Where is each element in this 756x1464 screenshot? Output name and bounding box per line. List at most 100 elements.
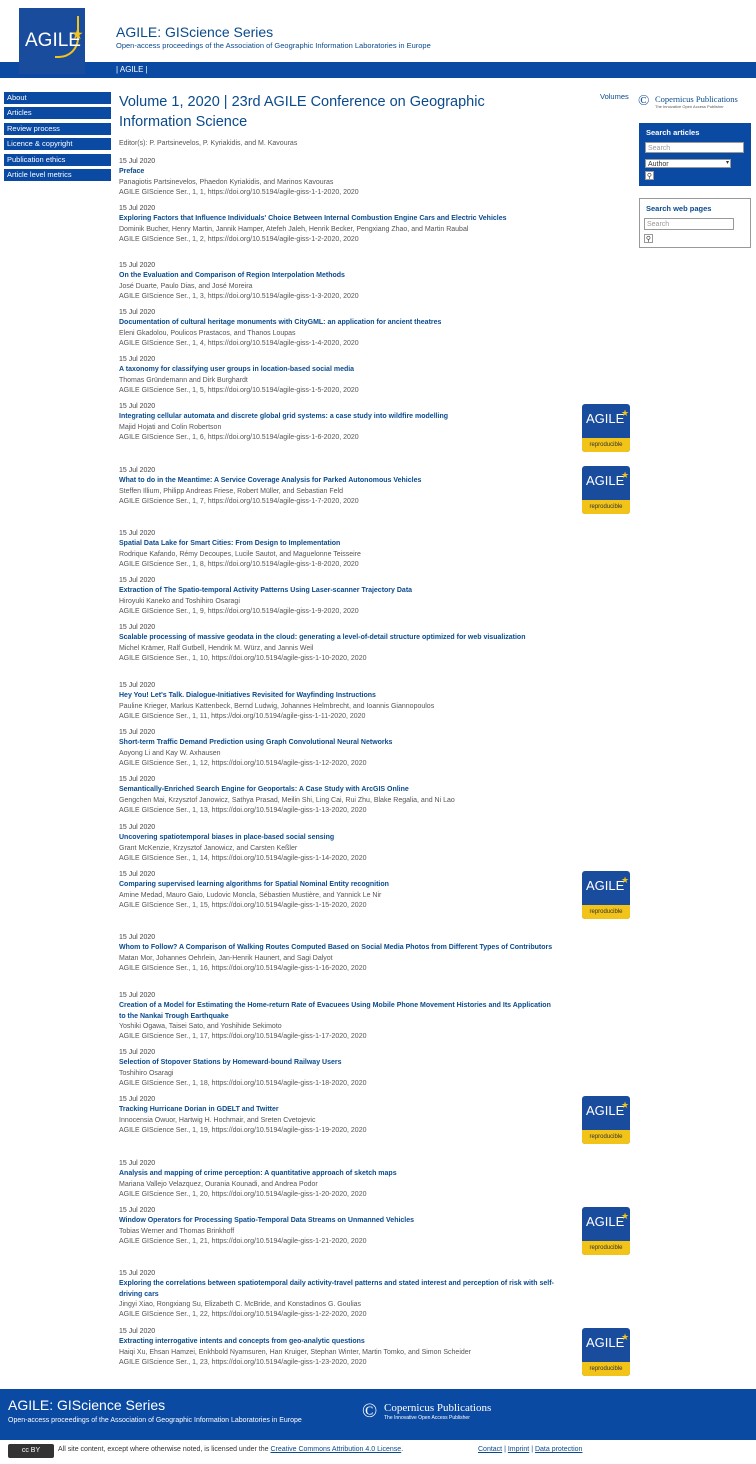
article-title[interactable]: A taxonomy for classifying user groups i… — [119, 365, 559, 375]
site-footer: AGILE: GIScience Series Open-access proc… — [0, 1389, 756, 1440]
reproducible-badge[interactable]: AGILE ★ reproducible — [582, 871, 630, 919]
article-title[interactable]: Uncovering spatiotemporal biases in plac… — [119, 833, 559, 843]
article-date: 15 Jul 2020 — [119, 467, 156, 474]
article-title[interactable]: Hey You! Let's Talk. Dialogue-Initiative… — [119, 691, 559, 701]
article-citation[interactable]: AGILE GIScience Ser., 1, 22, https://doi… — [119, 1310, 559, 1320]
article-title[interactable]: Creation of a Model for Estimating the H… — [119, 1001, 559, 1022]
reproducible-badge[interactable]: AGILE ★ reproducible — [582, 1328, 630, 1376]
article-citation[interactable]: AGILE GIScience Ser., 1, 14, https://doi… — [119, 854, 559, 864]
article-title[interactable]: Integrating cellular automata and discre… — [119, 412, 559, 422]
article-citation[interactable]: AGILE GIScience Ser., 1, 13, https://doi… — [119, 806, 559, 816]
agile-logo[interactable]: AGILE ★ — [19, 8, 85, 74]
reproducible-badge[interactable]: AGILE ★ reproducible — [582, 466, 630, 514]
article-item: 15 Jul 2020 A taxonomy for classifying u… — [119, 355, 559, 396]
article-citation[interactable]: AGILE GIScience Ser., 1, 3, https://doi.… — [119, 292, 559, 302]
article-title[interactable]: Preface — [119, 167, 559, 177]
article-date: 15 Jul 2020 — [119, 934, 156, 941]
data-protection-link[interactable]: Data protection — [535, 1446, 582, 1453]
article-title[interactable]: Tracking Hurricane Dorian in GDELT and T… — [119, 1105, 559, 1115]
article-citation[interactable]: AGILE GIScience Ser., 1, 1, https://doi.… — [119, 188, 559, 198]
article-item: 15 Jul 2020 Uncovering spatiotemporal bi… — [119, 823, 559, 864]
article-citation[interactable]: AGILE GIScience Ser., 1, 23, https://doi… — [119, 1358, 559, 1368]
article-citation[interactable]: AGILE GIScience Ser., 1, 10, https://doi… — [119, 654, 559, 664]
badge-foot: reproducible — [582, 1130, 630, 1144]
article-authors: Majid Hojati and Colin Robertson — [119, 423, 222, 431]
article-citation[interactable]: AGILE GIScience Ser., 1, 7, https://doi.… — [119, 497, 559, 507]
article-authors: Hiroyuki Kaneko and Toshihiro Osaragi — [119, 597, 240, 605]
sidebar-item-articles[interactable]: Articles — [4, 107, 111, 120]
article-authors: Mariana Vallejo Velazquez, Ourania Kouna… — [119, 1180, 318, 1188]
article-citation[interactable]: AGILE GIScience Ser., 1, 4, https://doi.… — [119, 339, 559, 349]
copernicus-logo[interactable]: © Copernicus Publications The Innovative… — [638, 92, 750, 110]
sidebar-item-about[interactable]: About — [4, 92, 111, 104]
star-icon: ★ — [621, 1100, 630, 1110]
star-icon: ★ — [621, 875, 630, 885]
article-title[interactable]: On the Evaluation and Comparison of Regi… — [119, 271, 559, 281]
article-date: 15 Jul 2020 — [119, 624, 156, 631]
cc-by-icon[interactable]: cc BY — [8, 1444, 54, 1458]
article-date: 15 Jul 2020 — [119, 158, 156, 165]
imprint-link[interactable]: Imprint — [508, 1446, 529, 1453]
article-title[interactable]: Exploring Factors that Influence Individ… — [119, 214, 559, 224]
article-title[interactable]: Comparing supervised learning algorithms… — [119, 880, 559, 890]
article-title[interactable]: Documentation of cultural heritage monum… — [119, 318, 559, 328]
article-citation[interactable]: AGILE GIScience Ser., 1, 19, https://doi… — [119, 1126, 559, 1136]
search-field-select[interactable]: Author ▾ — [645, 159, 731, 168]
article-citation[interactable]: AGILE GIScience Ser., 1, 21, https://doi… — [119, 1237, 559, 1247]
article-citation[interactable]: AGILE GIScience Ser., 1, 15, https://doi… — [119, 901, 559, 911]
article-citation[interactable]: AGILE GIScience Ser., 1, 17, https://doi… — [119, 1032, 559, 1042]
article-title[interactable]: Scalable processing of massive geodata i… — [119, 633, 559, 643]
site-title[interactable]: AGILE: GIScience Series — [116, 24, 273, 40]
article-citation[interactable]: AGILE GIScience Ser., 1, 5, https://doi.… — [119, 386, 559, 396]
article-item: 15 Jul 2020 Integrating cellular automat… — [119, 402, 559, 443]
article-authors: Aoyong Li and Kay W. Axhausen — [119, 749, 221, 757]
article-title[interactable]: Whom to Follow? A Comparison of Walking … — [119, 943, 559, 953]
article-item: 15 Jul 2020 Analysis and mapping of crim… — [119, 1159, 559, 1200]
sidebar-item-publication-ethics[interactable]: Publication ethics — [4, 153, 111, 166]
copernicus-name: Copernicus Publications — [655, 94, 738, 104]
article-citation[interactable]: AGILE GIScience Ser., 1, 8, https://doi.… — [119, 560, 559, 570]
article-title[interactable]: Window Operators for Processing Spatio-T… — [119, 1216, 559, 1226]
reproducible-badge[interactable]: AGILE ★ reproducible — [582, 1207, 630, 1255]
licence-link[interactable]: Creative Commons Attribution 4.0 License — [270, 1446, 401, 1453]
search-articles-input[interactable]: Search — [645, 142, 744, 153]
sidebar-item-review-process[interactable]: Review process — [4, 122, 111, 135]
article-citation[interactable]: AGILE GIScience Ser., 1, 18, https://doi… — [119, 1079, 559, 1089]
article-title[interactable]: Extracting interrogative intents and con… — [119, 1337, 559, 1347]
article-authors: Matan Mor, Johannes Oehrlein, Jan-Henrik… — [119, 954, 333, 962]
article-authors: Rodrique Kafando, Rémy Decoupes, Lucile … — [119, 550, 361, 558]
article-title[interactable]: Exploring the correlations between spati… — [119, 1279, 559, 1300]
article-date: 15 Jul 2020 — [119, 403, 156, 410]
search-web-submit-button[interactable]: ⚲ — [644, 234, 653, 243]
footer-copernicus-logo[interactable]: © Copernicus Publications The Innovative… — [362, 1400, 522, 1424]
search-submit-button[interactable]: ⚲ — [645, 171, 654, 180]
badge-label: AGILE — [586, 473, 625, 488]
search-web-input[interactable]: Search — [644, 218, 734, 230]
article-title[interactable]: Short-term Traffic Demand Prediction usi… — [119, 738, 559, 748]
badge-label: AGILE — [586, 878, 625, 893]
article-citation[interactable]: AGILE GIScience Ser., 1, 11, https://doi… — [119, 712, 559, 722]
article-citation[interactable]: AGILE GIScience Ser., 1, 6, https://doi.… — [119, 433, 559, 443]
article-title[interactable]: Analysis and mapping of crime perception… — [119, 1169, 559, 1179]
contact-link[interactable]: Contact — [478, 1446, 502, 1453]
sidebar-item-licence[interactable]: Licence & copyright — [4, 138, 111, 151]
article-citation[interactable]: AGILE GIScience Ser., 1, 9, https://doi.… — [119, 607, 559, 617]
volumes-link[interactable]: Volumes — [600, 92, 629, 101]
reproducible-badge[interactable]: AGILE ★ reproducible — [582, 404, 630, 452]
sidebar-item-metrics[interactable]: Article level metrics — [4, 168, 111, 181]
badge-foot: reproducible — [582, 500, 630, 514]
article-citation[interactable]: AGILE GIScience Ser., 1, 12, https://doi… — [119, 759, 559, 769]
article-title[interactable]: What to do in the Meantime: A Service Co… — [119, 476, 559, 486]
article-citation[interactable]: AGILE GIScience Ser., 1, 20, https://doi… — [119, 1190, 559, 1200]
article-title[interactable]: Selection of Stopover Stations by Homewa… — [119, 1058, 559, 1068]
article-title[interactable]: Extraction of The Spatio-temporal Activi… — [119, 586, 559, 596]
article-date: 15 Jul 2020 — [119, 871, 156, 878]
reproducible-badge[interactable]: AGILE ★ reproducible — [582, 1096, 630, 1144]
site-header: AGILE: GIScience Series Open-access proc… — [0, 0, 756, 62]
site-subtitle: Open-access proceedings of the Associati… — [116, 41, 431, 50]
article-citation[interactable]: AGILE GIScience Ser., 1, 2, https://doi.… — [119, 235, 559, 245]
article-citation[interactable]: AGILE GIScience Ser., 1, 16, https://doi… — [119, 964, 559, 974]
article-title[interactable]: Semantically-Enriched Search Engine for … — [119, 785, 559, 795]
article-title[interactable]: Spatial Data Lake for Smart Cities: From… — [119, 539, 559, 549]
nav-agile-link[interactable]: | AGILE | — [116, 65, 148, 74]
